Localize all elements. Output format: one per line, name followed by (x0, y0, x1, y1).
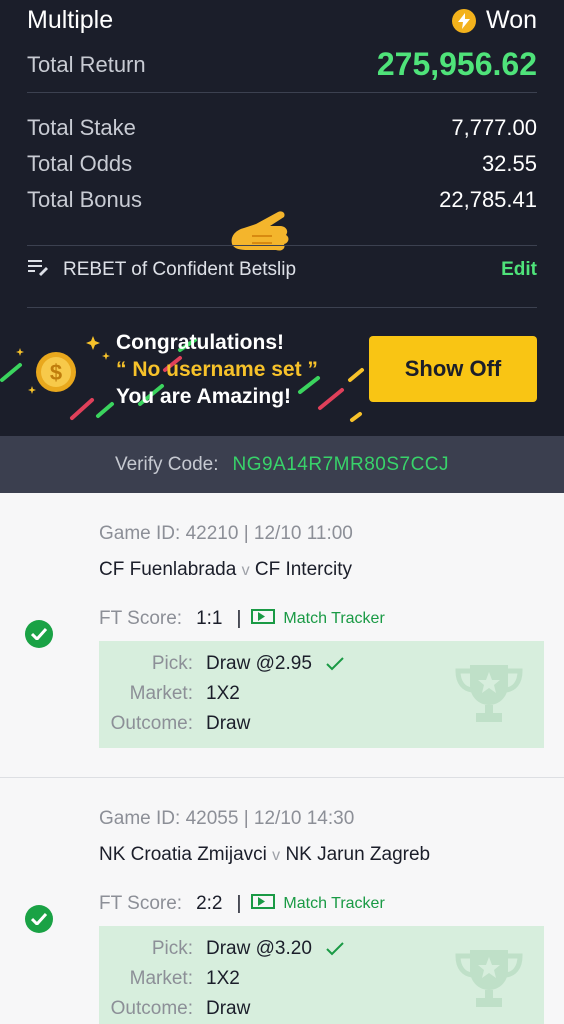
rebet-link[interactable]: REBET of Confident Betslip (27, 258, 296, 282)
odds-row: Total Odds 32.55 (27, 151, 537, 177)
match-tracker-link[interactable]: Match Tracker (283, 895, 384, 913)
ft-score-value: 2:2 (196, 893, 223, 914)
away-team: NK Jarun Zagreb (285, 844, 431, 865)
game-card[interactable]: Game ID: 42055 | 12/10 14:30 NK Croatia … (0, 778, 564, 1024)
tracker-icon (251, 608, 276, 630)
pick-label: Pick: (151, 653, 193, 674)
game-id: Game ID: 42055 | 12/10 14:30 (99, 808, 355, 829)
pick-value: Draw @2.95 (206, 653, 312, 674)
congrats-banner: $ Congratulations! “ No username set ” Y… (0, 320, 564, 436)
ft-score-label: FT Score: (99, 893, 183, 914)
away-team: CF Intercity (254, 559, 352, 580)
stake-row: Total Stake 7,777.00 (27, 115, 537, 141)
bet-type-row: Multiple Won (27, 6, 537, 35)
edit-button[interactable]: Edit (501, 259, 537, 281)
total-return-row: Total Return 275,956.62 (27, 46, 537, 83)
divider (27, 92, 537, 93)
home-team: CF Fuenlabrada (99, 559, 237, 580)
total-return-value: 275,956.62 (376, 46, 537, 82)
pick-label: Pick: (151, 938, 193, 959)
trophy-icon (452, 948, 526, 1015)
market-value: 1X2 (206, 968, 240, 989)
tracker-icon (251, 893, 276, 915)
ft-score-row: FT Score: 1:1 | Match Tracker (99, 608, 385, 630)
outcome-label: Outcome: (110, 713, 193, 734)
bet-type-label: Multiple (27, 6, 114, 34)
check-icon (326, 942, 344, 956)
divider (27, 307, 537, 308)
market-value: 1X2 (206, 683, 240, 704)
versus-label: v (272, 847, 281, 864)
match-tracker-link[interactable]: Match Tracker (283, 610, 384, 628)
pick-value: Draw @3.20 (206, 938, 312, 959)
home-team: NK Croatia Zmijavci (99, 844, 267, 865)
odds-label: Total Odds (27, 151, 133, 176)
stake-value: 7,777.00 (451, 115, 537, 140)
congrats-username: “ No username set ” (116, 358, 318, 381)
status-label: Won (486, 6, 537, 34)
outcome-value: Draw (206, 713, 251, 734)
versus-label: v (241, 562, 250, 579)
market-label: Market: (129, 968, 193, 989)
bonus-value: 22,785.41 (439, 187, 537, 212)
divider (27, 245, 537, 246)
pick-row: Pick: Draw @3.20 (99, 938, 344, 960)
total-return-label: Total Return (27, 51, 146, 77)
outcome-label: Outcome: (110, 998, 193, 1019)
verify-code-value[interactable]: NG9A14R7MR80S7CCJ (232, 454, 449, 476)
game-id: Game ID: 42210 | 12/10 11:00 (99, 523, 353, 544)
match-teams: NK Croatia Zmijavci v NK Jarun Zagreb (99, 844, 430, 866)
pick-details: Pick: Draw @3.20 Market: 1X2 Outcome: Dr… (99, 926, 544, 1024)
list-edit-icon (27, 258, 49, 282)
check-icon (25, 620, 53, 648)
score-separator: | (236, 608, 242, 629)
lightning-icon (452, 8, 477, 33)
bonus-label: Total Bonus (27, 187, 142, 212)
outcome-value: Draw (206, 998, 251, 1019)
game-card[interactable]: Game ID: 42210 | 12/10 11:00 CF Fuenlabr… (0, 493, 564, 778)
pick-row: Pick: Draw @2.95 (99, 653, 344, 675)
pick-value-wrap: Draw @3.20 (206, 938, 344, 960)
rebet-row[interactable]: REBET of Confident Betslip Edit (27, 258, 537, 282)
check-icon (326, 657, 344, 671)
check-icon (25, 905, 53, 933)
stake-label: Total Stake (27, 115, 136, 140)
congrats-text: Congratulations! “ No username set ” You… (116, 329, 318, 410)
pick-details: Pick: Draw @2.95 Market: 1X2 Outcome: Dr… (99, 641, 544, 748)
market-row: Market: 1X2 (99, 683, 240, 705)
odds-value: 32.55 (481, 151, 537, 176)
svg-text:$: $ (50, 360, 62, 385)
ft-score-row: FT Score: 2:2 | Match Tracker (99, 893, 385, 915)
rebet-label: REBET of Confident Betslip (63, 259, 297, 280)
ft-score-label: FT Score: (99, 608, 183, 629)
ft-score-value: 1:1 (196, 608, 223, 629)
show-off-button[interactable]: Show Off (369, 336, 537, 402)
score-separator: | (236, 893, 242, 914)
verify-code-label: Verify Code: (114, 453, 219, 475)
coin-icon: $ (34, 350, 78, 399)
pick-value-wrap: Draw @2.95 (206, 653, 344, 675)
pointing-hand-icon (226, 204, 292, 257)
trophy-icon (452, 663, 526, 730)
outcome-row: Outcome: Draw (99, 998, 251, 1020)
congrats-line3: You are Amazing! (116, 385, 292, 408)
match-teams: CF Fuenlabrada v CF Intercity (99, 559, 352, 581)
verify-code-bar: Verify Code: NG9A14R7MR80S7CCJ (0, 436, 564, 493)
status-badge: Won (452, 6, 537, 35)
outcome-row: Outcome: Draw (99, 713, 251, 735)
market-label: Market: (129, 683, 193, 704)
congrats-line1: Congratulations! (116, 331, 284, 354)
market-row: Market: 1X2 (99, 968, 240, 990)
